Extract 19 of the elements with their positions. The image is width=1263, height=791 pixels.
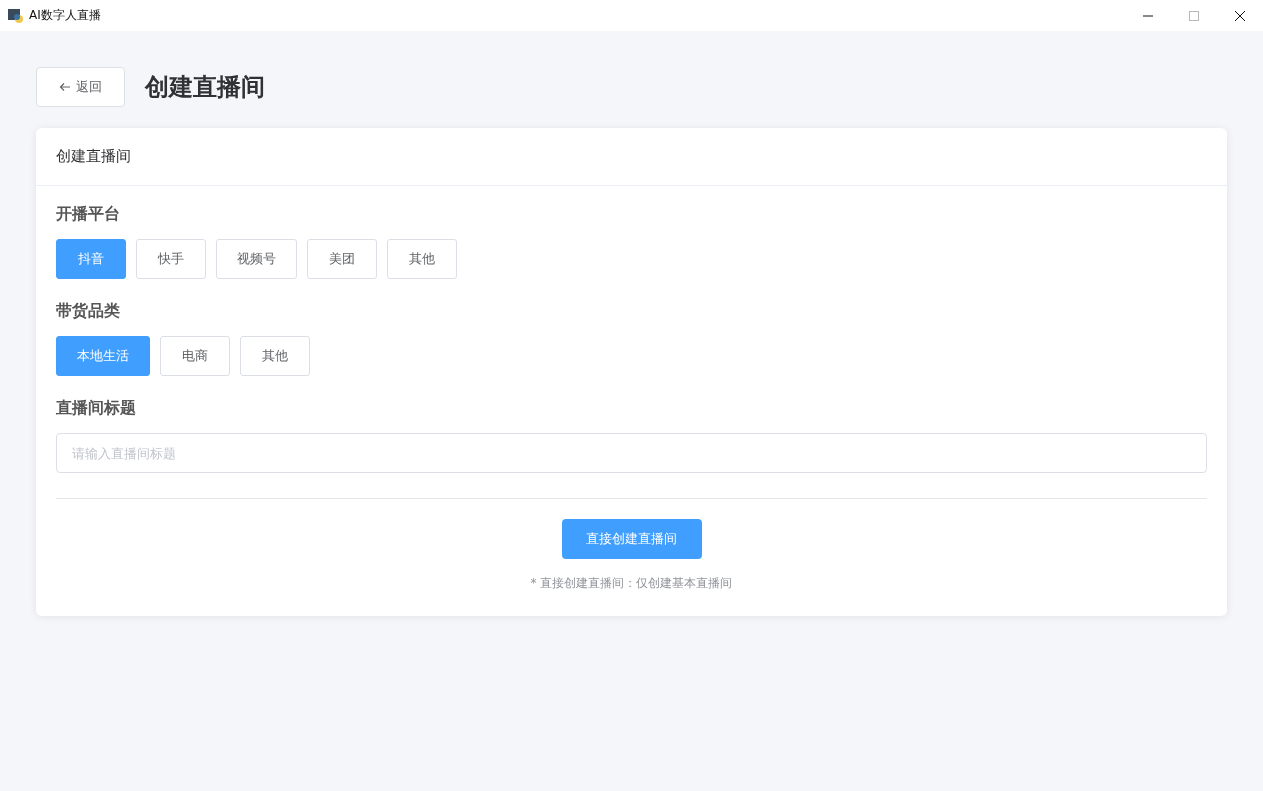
note-text: * 直接创建直播间：仅创建基本直播间 xyxy=(530,575,733,592)
back-button[interactable]: 返回 xyxy=(36,67,125,107)
app-icon xyxy=(8,7,24,24)
option-button[interactable]: 美团 xyxy=(307,239,377,279)
page-title: 创建直播间 xyxy=(145,72,265,103)
field-label: 带货品类 xyxy=(56,301,121,322)
close-icon xyxy=(1234,9,1246,22)
option-button[interactable]: 快手 xyxy=(136,239,206,279)
option-button[interactable]: 电商 xyxy=(160,336,230,376)
arrow-left-icon xyxy=(59,82,71,92)
field-label: 直播间标题 xyxy=(56,398,137,419)
card-title: 创建直播间 xyxy=(56,147,131,166)
title-input-field[interactable]: 请输入直播间标题 xyxy=(56,433,1207,473)
window-title: AI数字人直播 xyxy=(29,7,101,24)
field-label: 开播平台 xyxy=(56,204,121,225)
option-button[interactable]: 视频号 xyxy=(216,239,297,279)
option-button[interactable]: 其他 xyxy=(240,336,310,376)
maximize-icon xyxy=(1188,9,1200,22)
option-button[interactable]: 其他 xyxy=(387,239,457,279)
